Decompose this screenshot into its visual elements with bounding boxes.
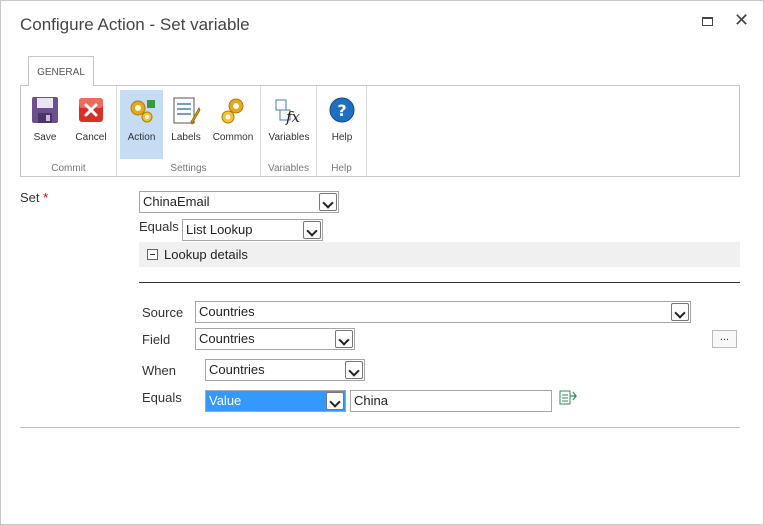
field-options-button[interactable]: ... bbox=[712, 330, 737, 348]
tab-general[interactable]: GENERAL bbox=[28, 56, 94, 86]
save-button[interactable]: Save bbox=[25, 90, 65, 159]
ribbon-group-commit: Save Cancel Commit bbox=[21, 86, 117, 176]
maximize-icon bbox=[702, 17, 713, 26]
lookup-details-header[interactable]: Lookup details bbox=[139, 242, 740, 267]
action-label: Action bbox=[127, 132, 156, 143]
labels-button[interactable]: Labels bbox=[166, 90, 206, 159]
help-label: Help bbox=[331, 132, 353, 143]
chevron-down-icon bbox=[303, 221, 321, 239]
when-label: When bbox=[142, 363, 176, 378]
cancel-icon bbox=[79, 98, 103, 122]
set-variable-value: ChinaEmail bbox=[143, 194, 210, 209]
section-divider bbox=[139, 282, 740, 283]
source-value: Countries bbox=[199, 304, 255, 319]
help-icon: ? bbox=[329, 97, 355, 123]
field-value: Countries bbox=[199, 331, 255, 346]
variables-label: Variables bbox=[268, 132, 310, 143]
field-label: Field bbox=[142, 332, 171, 347]
floppy-disk-icon bbox=[32, 97, 58, 123]
collapse-icon[interactable] bbox=[147, 249, 158, 260]
group-label-settings: Settings bbox=[170, 163, 207, 174]
source-label: Source bbox=[142, 305, 184, 320]
set-label-text: Set bbox=[20, 190, 40, 205]
help-button[interactable]: ? Help bbox=[320, 90, 364, 159]
ribbon: Save Cancel Commit Action Labels Common … bbox=[20, 85, 740, 177]
source-dropdown[interactable]: Countries bbox=[195, 301, 691, 323]
action-button[interactable]: Action bbox=[120, 90, 163, 159]
close-icon: ✕ bbox=[734, 10, 750, 30]
equals2-label: Equals bbox=[142, 390, 182, 405]
common-button[interactable]: Common bbox=[209, 90, 257, 159]
field-dropdown[interactable]: Countries bbox=[195, 328, 355, 350]
equals-value-type-value: Value bbox=[209, 393, 242, 408]
dialog-title: Configure Action - Set variable bbox=[20, 15, 250, 34]
close-button[interactable]: ✕ bbox=[734, 10, 752, 31]
when-value: Countries bbox=[209, 362, 265, 377]
group-label-variables: Variables bbox=[268, 163, 309, 174]
common-label: Common bbox=[212, 132, 254, 143]
chevron-down-icon bbox=[335, 330, 353, 348]
equals-value-type-dropdown[interactable]: Value bbox=[205, 390, 346, 412]
variables-button[interactable]: fx Variables bbox=[264, 90, 314, 159]
cancel-label: Cancel bbox=[75, 132, 107, 143]
gears-icon bbox=[130, 100, 155, 123]
lookup-details-label: Lookup details bbox=[164, 247, 248, 262]
svg-text:?: ? bbox=[337, 101, 346, 120]
chevron-down-icon bbox=[319, 193, 337, 211]
group-label-commit: Commit bbox=[51, 163, 86, 174]
cancel-button[interactable]: Cancel bbox=[69, 90, 113, 159]
ribbon-group-settings: Action Labels Common Settings bbox=[117, 86, 261, 176]
insert-reference-icon[interactable] bbox=[559, 390, 577, 406]
configure-action-dialog: Configure Action - Set variable ✕ GENERA… bbox=[0, 0, 764, 525]
svg-text:fx: fx bbox=[285, 108, 301, 126]
equals-type-dropdown[interactable]: List Lookup bbox=[182, 219, 323, 241]
maximize-button[interactable] bbox=[699, 13, 717, 31]
labels-label: Labels bbox=[171, 132, 201, 143]
equals-label: Equals bbox=[139, 219, 179, 234]
chevron-down-icon bbox=[671, 303, 689, 321]
required-mark: * bbox=[43, 190, 49, 205]
ribbon-group-variables: fx Variables Variables bbox=[261, 86, 317, 176]
equals-value-input[interactable]: China bbox=[350, 390, 552, 412]
gears-icon bbox=[221, 98, 244, 124]
set-variable-dropdown[interactable]: ChinaEmail bbox=[139, 191, 339, 213]
fx-icon: fx bbox=[275, 99, 301, 126]
bottom-divider bbox=[20, 427, 740, 428]
equals-type-value: List Lookup bbox=[186, 222, 253, 237]
when-dropdown[interactable]: Countries bbox=[205, 359, 365, 381]
chevron-down-icon bbox=[326, 392, 344, 410]
ribbon-group-help: ? Help Help bbox=[317, 86, 367, 176]
save-label: Save bbox=[33, 132, 57, 143]
set-label: Set * bbox=[20, 190, 48, 205]
labels-icon bbox=[173, 97, 201, 125]
chevron-down-icon bbox=[345, 361, 363, 379]
group-label-help: Help bbox=[331, 163, 352, 174]
